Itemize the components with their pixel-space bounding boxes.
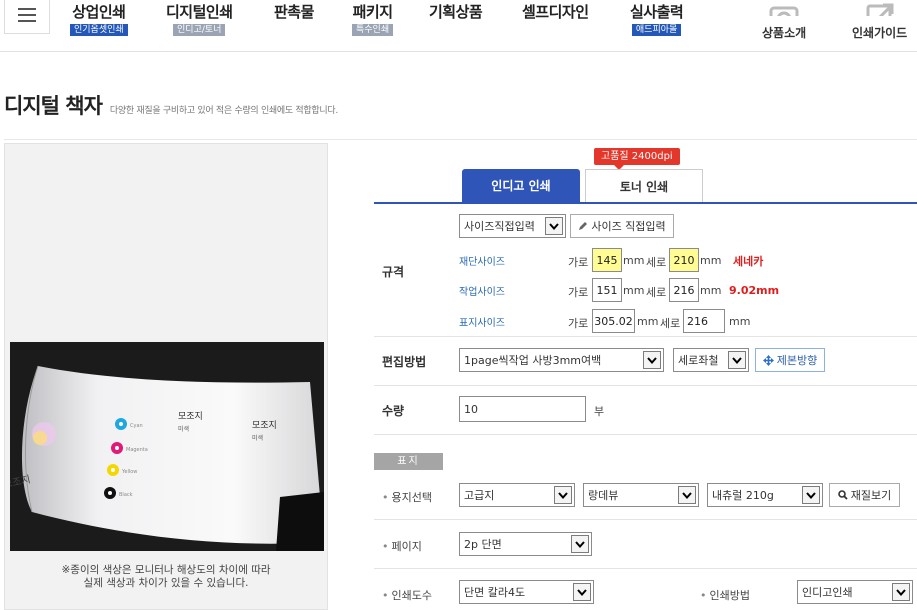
product-photo: 모조지 미색 모조지 미색 모조지 Cyan Magenta Yellow Bl… [10, 342, 324, 551]
edit-method-select[interactable]: 1page씩작업 사방3mm여백 [459, 348, 664, 372]
color-notice: ※종이의 색상은 모니터나 해상도의 차이에 따라 실제 색상과 차이가 있을 … [61, 564, 271, 589]
nav-label: 셀프디자인 [522, 3, 589, 21]
nav-digital-print[interactable]: 디지털인쇄 인디고/토너 [166, 2, 233, 36]
edit-method-label: 편집방법 [382, 355, 427, 369]
print-color-select[interactable]: 단면 칼라4도 [459, 580, 594, 604]
nav-planned-goods[interactable]: 기획상품 [429, 2, 483, 22]
product-image-panel: 모조지 미색 모조지 미색 모조지 Cyan Magenta Yellow Bl… [4, 143, 328, 610]
work-width-input[interactable]: 151 [592, 278, 622, 302]
tab-indigo[interactable]: 인디고 인쇄 [462, 169, 580, 202]
binding-select[interactable]: 세로좌철 [673, 348, 749, 372]
divider [374, 434, 917, 435]
print-method-select[interactable]: 인디고인쇄 [797, 580, 913, 604]
chevron-down-icon [554, 486, 572, 504]
sample-label: 모조지 [252, 420, 277, 431]
quantity-input[interactable]: 10 [459, 396, 586, 422]
size-select[interactable]: 사이즈직접입력 [459, 214, 566, 238]
work-height-input[interactable]: 216 [669, 278, 699, 302]
sample-label: 모조지 [178, 411, 203, 422]
nav-promotional[interactable]: 판촉물 [274, 2, 314, 22]
cover-size-label: 표지사이즈 [459, 318, 505, 329]
swatch-label: Yellow [121, 469, 137, 475]
binding-direction-button[interactable]: 제본방향 [755, 348, 825, 372]
camera-icon [767, 0, 801, 16]
pages-label: • 페이지 [382, 540, 422, 553]
swatch-label: Magenta [126, 447, 148, 453]
tab-toner[interactable]: 토너 인쇄 [585, 169, 703, 202]
nav-badge: 애드피아몰 [631, 24, 682, 36]
cut-width-input[interactable]: 145 [592, 248, 622, 272]
paper-type-select[interactable]: 랑데뷰 [583, 483, 699, 507]
pencil-icon [578, 221, 588, 231]
nav-label: 상업인쇄 [72, 3, 126, 21]
paper-select-label: • 용지선택 [382, 491, 432, 504]
chevron-down-icon [678, 486, 696, 504]
cover-height-input[interactable]: 216 [683, 309, 725, 333]
pages-select[interactable]: 2p 단면 [459, 532, 592, 556]
high-quality-badge: 고품질 2400dpi [594, 148, 680, 170]
paper-weight-select[interactable]: 내츄럴 210g [707, 483, 823, 507]
quantity-unit: 부 [594, 405, 605, 418]
side-link-label: 인쇄가이드 [852, 26, 908, 40]
quantity-label: 수량 [382, 404, 405, 418]
nav-label: 디지털인쇄 [166, 3, 233, 21]
print-guide-link[interactable]: 인쇄가이드 [852, 3, 908, 41]
chevron-down-icon [571, 535, 589, 553]
move-arrows-icon [762, 354, 774, 366]
paper-sample-illustration: 모조지 미색 모조지 미색 모조지 Cyan Magenta Yellow Bl… [10, 342, 324, 551]
external-link-icon [863, 0, 897, 16]
divider [4, 139, 917, 140]
chevron-down-icon [728, 351, 746, 369]
sample-sublabel: 미색 [252, 434, 263, 442]
view-paper-button[interactable]: 재질보기 [829, 483, 900, 507]
work-size-label: 작업사이즈 [459, 287, 505, 298]
divider [374, 336, 917, 337]
direct-size-button[interactable]: 사이즈 직접입력 [570, 214, 674, 238]
print-method-label: • 인쇄방법 [700, 589, 750, 602]
chevron-down-icon [892, 583, 910, 601]
spec-label: 규격 [382, 265, 405, 279]
swatch-label: Black [119, 492, 133, 498]
divider [374, 385, 917, 386]
sample-sublabel: 미색 [178, 425, 189, 433]
spine-note: 세네카 [733, 255, 764, 268]
nav-commercial-print[interactable]: 상업인쇄 인기옵셋인쇄 [70, 2, 128, 36]
page-header: 디지털 책자 다양한 재질을 구비하고 있어 적은 수량의 인쇄에도 적합합니다… [4, 90, 338, 120]
page-title: 디지털 책자 [4, 94, 103, 118]
top-navigation: 상업인쇄 인기옵셋인쇄 디지털인쇄 인디고/토너 판촉물 패키지 특수인쇄 기획… [0, 0, 917, 52]
divider [374, 568, 917, 569]
nav-badge: 특수인쇄 [352, 24, 394, 36]
chevron-down-icon [643, 351, 661, 369]
divider [374, 519, 917, 520]
swatch-label: Cyan [130, 423, 143, 429]
side-link-label: 상품소개 [762, 26, 807, 40]
chevron-down-icon [545, 217, 563, 235]
spine-width-note: 9.02mm [729, 284, 780, 297]
hamburger-icon [18, 7, 36, 22]
nav-label: 판촉물 [274, 3, 314, 21]
product-intro-link[interactable]: 상품소개 [762, 6, 807, 41]
menu-button[interactable] [4, 0, 50, 34]
nav-label: 패키지 [352, 3, 393, 21]
page-subtitle: 다양한 재질을 구비하고 있어 적은 수량의 인쇄에도 적합합니다. [109, 106, 338, 116]
nav-label: 실사출력 [630, 3, 684, 21]
cut-size-label: 재단사이즈 [459, 257, 505, 268]
chevron-down-icon [802, 486, 820, 504]
nav-badge: 인디고/토너 [173, 24, 226, 36]
cover-section-tag: 표지 [374, 453, 443, 470]
cover-width-input[interactable]: 305.02 [592, 309, 635, 333]
paper-grade-select[interactable]: 고급지 [459, 483, 575, 507]
nav-package[interactable]: 패키지 특수인쇄 [352, 2, 394, 36]
cut-height-input[interactable]: 210 [669, 248, 699, 272]
chevron-down-icon [573, 583, 591, 601]
nav-label: 기획상품 [429, 3, 483, 21]
nav-large-format[interactable]: 실사출력 애드피아몰 [630, 2, 684, 36]
tab-underline [374, 202, 917, 204]
print-color-label: • 인쇄도수 [382, 589, 432, 602]
search-icon [837, 490, 848, 500]
nav-self-design[interactable]: 셀프디자인 [522, 2, 589, 22]
nav-badge: 인기옵셋인쇄 [70, 24, 128, 36]
